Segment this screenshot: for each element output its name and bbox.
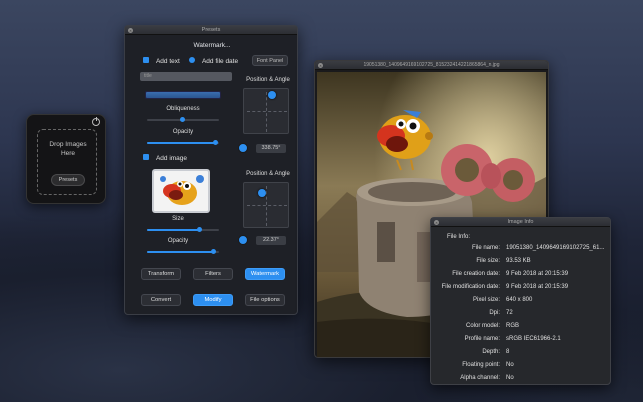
text-position-grid[interactable] [243, 88, 289, 134]
info-key: Alpha channel: [460, 375, 500, 381]
drop-label-line2: Here [60, 150, 76, 157]
obliqueness-slider-knob[interactable] [180, 117, 185, 122]
info-value: 72 [506, 310, 513, 316]
image-opacity-slider-knob[interactable] [211, 249, 216, 254]
info-value: 640 x 800 [506, 297, 533, 303]
obliqueness-label: Obliqueness [166, 106, 200, 112]
font-panel-button[interactable]: Font Panel [252, 55, 288, 66]
add-text-label: Add text [155, 58, 180, 65]
info-key: Profile name: [464, 336, 500, 342]
info-value: 9 Feb 2018 at 20:15:39 [506, 271, 569, 277]
info-value: 9 Feb 2018 at 20:15:39 [506, 284, 569, 290]
drop-widget[interactable]: Drop Images Here Presets [26, 114, 106, 204]
presets-button[interactable]: Presets [51, 174, 85, 186]
add-image-checkbox[interactable]: Add image [143, 154, 187, 162]
info-value: 93.53 KB [506, 258, 531, 264]
watermark-image-thumbnail[interactable] [152, 169, 210, 213]
image-angle-field[interactable]: 22.37° [256, 236, 286, 245]
presets-title: Presets [201, 27, 221, 33]
tab-watermark[interactable]: Watermark [245, 268, 285, 280]
viewer-title: 19051380_1409649169102725_81523241422186… [363, 62, 500, 68]
image-opacity-slider[interactable] [147, 249, 219, 254]
text-position-handle[interactable] [268, 91, 276, 99]
image-position-handle[interactable] [258, 189, 266, 197]
size-label: Size [172, 216, 184, 222]
add-text-checkbox[interactable]: Add text [143, 57, 180, 65]
tab-filters[interactable]: Filters [193, 268, 233, 280]
file-info-header: File Info: [447, 234, 471, 240]
close-icon[interactable]: × [128, 28, 133, 33]
image-opacity-label: Opacity [167, 238, 189, 244]
drop-zone[interactable]: Drop Images Here Presets [37, 129, 97, 195]
info-key: Floating point: [462, 362, 500, 368]
text-angle-field[interactable]: 338.75° [256, 144, 286, 153]
checkbox-checked-icon [189, 57, 195, 63]
power-icon[interactable] [92, 117, 100, 126]
checkbox-checked-icon [143, 57, 149, 63]
text-color-well[interactable] [145, 91, 221, 99]
image-angle-dial[interactable] [238, 235, 248, 245]
viewer-titlebar: × 19051380_1409649169102725_815232414221… [315, 61, 548, 70]
drop-label-line1: Drop Images [49, 141, 87, 148]
image-position-angle-label: Position & Angle [246, 171, 290, 177]
close-icon[interactable]: × [434, 220, 439, 225]
info-value: sRGB IEC61966-2.1 [506, 336, 561, 342]
add-file-date-label: Add file date [201, 58, 239, 65]
info-value: 8 [506, 349, 510, 355]
info-key: File creation date: [452, 271, 500, 277]
tab-transform[interactable]: Transform [141, 268, 181, 280]
watermark-title: Watermark... [193, 42, 231, 49]
opacity-label: Opacity [172, 129, 194, 135]
checkbox-checked-icon [143, 154, 149, 160]
watermark-text-field[interactable]: title [140, 72, 232, 81]
image-position-grid[interactable] [243, 182, 289, 228]
info-value: 19051380_1409649169102725_61... [506, 245, 605, 251]
info-key: File modification date: [441, 284, 500, 290]
info-value: No [506, 375, 514, 381]
add-image-label: Add image [155, 155, 188, 162]
info-value: RGB [506, 323, 520, 329]
info-value: No [506, 362, 514, 368]
size-slider-knob[interactable] [197, 227, 202, 232]
modify-button[interactable]: Modify [193, 294, 233, 306]
convert-button[interactable]: Convert [141, 294, 181, 306]
info-key: Pixel size: [472, 297, 500, 303]
image-info-panel: × Image Info File Info: File name: 190513… [430, 217, 611, 385]
text-angle-dial[interactable] [238, 143, 248, 153]
size-slider[interactable] [147, 227, 219, 232]
info-key: Color model: [465, 323, 500, 329]
file-options-button[interactable]: File options [245, 294, 285, 306]
add-file-date-checkbox[interactable]: Add file date [189, 57, 238, 65]
text-opacity-slider[interactable] [147, 140, 219, 145]
image-info-title: Image Info [507, 219, 534, 225]
presets-titlebar: × Presets [125, 26, 297, 35]
info-key: File name: [471, 245, 500, 251]
info-key: Depth: [482, 349, 500, 355]
text-position-angle-label: Position & Angle [246, 77, 290, 83]
obliqueness-slider[interactable] [147, 117, 219, 122]
close-icon[interactable]: × [318, 63, 323, 68]
info-key: File size: [476, 258, 500, 264]
info-key: Dpi: [489, 310, 500, 316]
presets-panel: × Presets Watermark... Add text Add file… [124, 25, 298, 315]
text-opacity-slider-knob[interactable] [213, 140, 218, 145]
drop-zone-label: Drop Images Here [38, 140, 98, 158]
image-info-titlebar: × Image Info [431, 218, 610, 227]
bird-image [160, 175, 204, 205]
